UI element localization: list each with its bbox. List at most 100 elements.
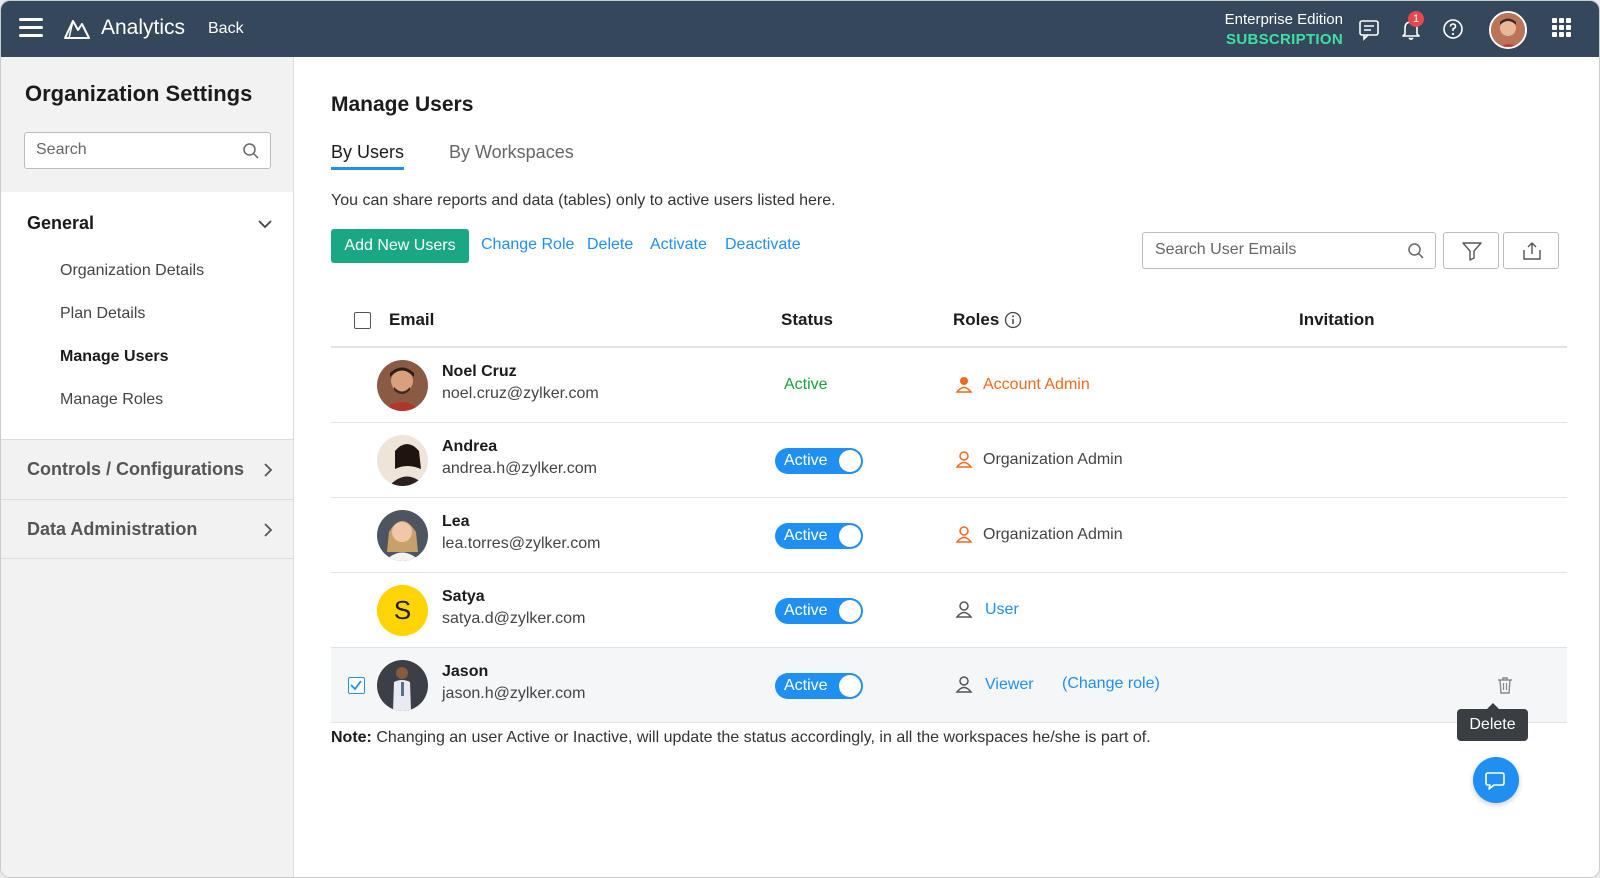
chevron-right-icon [264,523,273,537]
profile-photo-icon [377,510,428,561]
sidebar-search-input[interactable] [36,141,236,159]
change-role-inline-link[interactable]: (Change role) [1062,675,1160,693]
note-label: Note: [331,729,372,746]
profile-photo-icon [377,360,428,411]
sidebar-item-manage-users[interactable]: Manage Users [60,348,169,366]
role-label: Organization Admin [983,526,1123,543]
checkmark-icon [350,680,362,691]
search-icon[interactable] [1407,242,1425,260]
sidebar-item-plan-details[interactable]: Plan Details [60,305,145,323]
sidebar: Organization Settings General Organizati… [1,57,294,877]
org-admin-role-icon [955,526,973,543]
toggle-knob [839,675,861,697]
deactivate-link[interactable]: Deactivate [725,236,801,254]
profile-photo-icon [377,660,428,711]
role-link[interactable]: Viewer [985,676,1034,694]
table-row[interactable]: Andrea andrea.h@zylker.com Active Organi… [331,423,1567,498]
toggle-label: Active [784,602,828,619]
menu-icon[interactable] [19,18,43,38]
tab-by-workspaces[interactable]: By Workspaces [449,142,574,167]
export-button[interactable] [1503,232,1559,269]
avatar [377,435,428,486]
admin-role-icon [955,377,973,393]
sidebar-title: Organization Settings [25,81,253,106]
sidebar-section-controls[interactable]: Controls / Configurations [1,439,293,499]
chevron-down-icon[interactable] [257,216,273,232]
column-invitation[interactable]: Invitation [1299,310,1375,330]
email-search-input[interactable] [1155,241,1395,259]
notification-badge: 1 [1408,11,1424,27]
table-row[interactable]: Noel Cruz noel.cruz@zylker.com Active Ac… [331,348,1567,423]
info-text: You can share reports and data (tables) … [331,192,836,209]
row-checkbox[interactable] [348,677,365,694]
table-row[interactable]: S Satya satya.d@zylker.com Active User [331,573,1567,648]
main-content: Manage Users By Users By Workspaces You … [295,57,1599,877]
delete-link[interactable]: Delete [587,236,633,254]
toggle-knob [839,450,861,472]
edition-name: Enterprise Edition [1224,11,1343,28]
status-toggle[interactable]: Active [775,448,863,474]
role-link[interactable]: User [985,601,1019,619]
role-label: Account Admin [983,376,1090,393]
column-email[interactable]: Email [389,310,434,330]
info-icon[interactable] [1004,311,1022,329]
trash-icon[interactable] [1495,675,1515,695]
filter-button[interactable] [1443,232,1499,269]
user-email: jason.h@zylker.com [442,685,586,702]
user-name: Lea [442,513,470,530]
status-toggle[interactable]: Active [775,673,863,699]
status-toggle[interactable]: Active [775,523,863,549]
subscription-link[interactable]: SUBSCRIPTION [1225,30,1343,50]
app-title: Analytics [101,16,186,39]
email-search[interactable] [1142,232,1436,269]
note-text: Note: Changing an user Active or Inactiv… [331,729,1151,747]
status-toggle[interactable]: Active [775,598,863,624]
chat-icon[interactable] [1357,17,1381,41]
analytics-logo-icon [64,20,90,39]
table-row[interactable]: Jason jason.h@zylker.com Active Viewer (… [331,648,1567,723]
toggle-label: Active [784,452,828,469]
user-email: lea.torres@zylker.com [442,535,601,552]
add-new-users-button[interactable]: Add New Users [331,229,469,263]
column-status[interactable]: Status [781,310,833,330]
chat-bubble-icon [1485,772,1505,790]
change-role-link[interactable]: Change Role [481,236,574,254]
sidebar-header: Organization Settings [1,57,293,192]
status-text: Active [784,376,828,393]
user-avatar[interactable] [1489,11,1527,49]
tab-by-users[interactable]: By Users [331,142,405,170]
section-label: Data Administration [27,519,198,539]
table-row[interactable]: Lea lea.torres@zylker.com Active Organiz… [331,498,1567,573]
profile-photo-icon [377,435,428,486]
user-role-icon [955,601,973,618]
user-email: noel.cruz@zylker.com [442,385,599,402]
page-title: Manage Users [331,93,474,116]
top-bar: Analytics Back Enterprise Edition SUBSCR… [1,1,1599,57]
general-header[interactable]: General [27,213,94,234]
profile-photo-icon [1491,13,1525,47]
avatar [377,510,428,561]
edition-info[interactable]: Enterprise Edition SUBSCRIPTION [1225,10,1343,50]
delete-tooltip: Delete [1457,703,1528,741]
sidebar-search[interactable] [24,132,271,169]
sidebar-section-data-administration[interactable]: Data Administration [1,499,293,559]
help-icon[interactable] [1441,17,1465,41]
search-icon[interactable] [242,142,260,160]
user-name: Noel Cruz [442,363,517,380]
user-email: andrea.h@zylker.com [442,460,597,477]
back-link[interactable]: Back [208,20,244,38]
toggle-label: Active [784,677,828,694]
chevron-right-icon [264,463,273,477]
sidebar-item-manage-roles[interactable]: Manage Roles [60,391,163,409]
select-all-checkbox[interactable] [354,312,371,329]
user-name: Jason [442,663,489,680]
apps-grid-icon[interactable] [1552,18,1572,38]
activate-link[interactable]: Activate [650,236,707,254]
column-roles[interactable]: Roles [953,310,999,330]
sidebar-item-organization-details[interactable]: Organization Details [60,262,204,280]
section-label: Controls / Configurations [27,459,244,479]
table-header: Email Status Roles Invitation [331,293,1567,348]
support-chat-button[interactable] [1473,757,1519,803]
avatar [377,660,428,711]
export-icon [1523,242,1541,260]
